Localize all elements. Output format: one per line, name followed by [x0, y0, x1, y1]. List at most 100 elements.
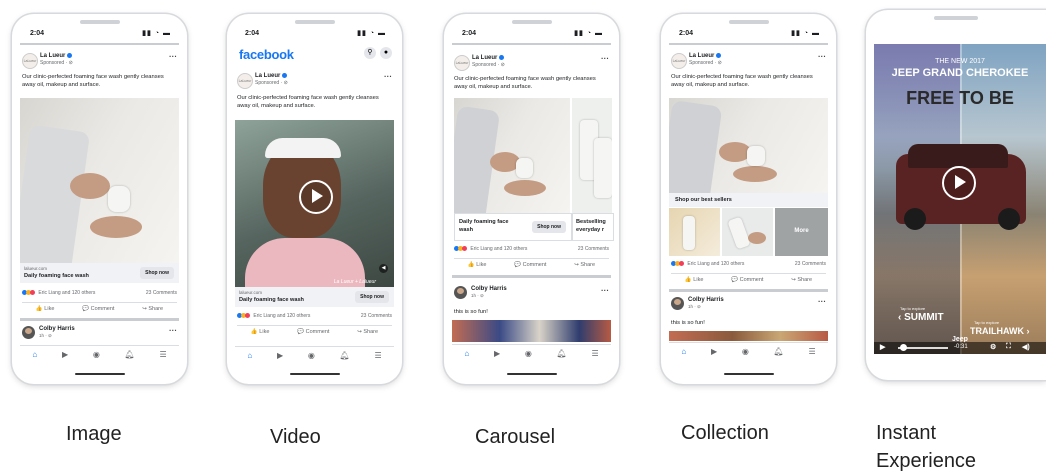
watch-icon[interactable]: ▶	[494, 349, 500, 358]
collection-more[interactable]: More	[775, 208, 828, 256]
watch-icon[interactable]: ▶	[277, 351, 283, 360]
reactions-row[interactable]: Eric Liang and 120 others 23 Comments	[22, 290, 177, 298]
groups-icon[interactable]: ◉	[93, 350, 100, 359]
comment-button[interactable]: 💬 Comment	[731, 277, 763, 287]
carousel-card-2-image[interactable]	[572, 98, 612, 213]
avatar[interactable]	[671, 297, 684, 310]
home-icon[interactable]: ⌂	[464, 349, 469, 358]
volume-icon[interactable]: ◀	[379, 264, 388, 273]
comment-button[interactable]: 💬 Comment	[297, 329, 329, 339]
play-icon[interactable]	[942, 166, 976, 200]
avatar[interactable]	[454, 286, 467, 299]
reactions-row[interactable]: Eric Liang and 120 others 23 Comments	[237, 313, 392, 321]
share-button[interactable]: ↪ Share	[574, 262, 595, 272]
messenger-icon[interactable]: ●	[380, 47, 392, 59]
home-icon[interactable]: ⌂	[681, 347, 686, 356]
more-options-icon[interactable]: ···	[818, 52, 826, 61]
comments-count[interactable]: 23 Comments	[795, 261, 826, 267]
menu-icon[interactable]: ☰	[374, 351, 381, 360]
ad-cta-bar[interactable]: lalueur.com Daily foaming face wash Shop…	[20, 263, 179, 283]
trailhawk-option[interactable]: TRAILHAWK ›	[970, 326, 1030, 336]
menu-icon[interactable]: ☰	[591, 349, 598, 358]
fullscreen-icon[interactable]: ⛶	[1006, 343, 1011, 351]
bell-icon[interactable]: 🔔︎	[774, 347, 784, 356]
more-options-icon[interactable]: ···	[601, 286, 609, 295]
carousel-card-2-footer[interactable]: Bestselling everyday r	[572, 213, 614, 241]
commenter-name[interactable]: Colby Harris	[688, 297, 724, 303]
video-watermark: La Lueur + Lalueur	[333, 279, 376, 285]
volume-icon[interactable]: ◀)	[1022, 343, 1030, 351]
brand-name[interactable]: La Lueur	[472, 55, 505, 61]
comments-count[interactable]: 23 Comments	[578, 246, 609, 252]
play-control-icon[interactable]: ▶	[880, 343, 885, 351]
carousel-card-1-footer[interactable]: Daily foaming face wash Shop now	[454, 213, 572, 241]
more-options-icon[interactable]: ···	[601, 54, 609, 63]
brand-logo[interactable]: LaLueur	[454, 55, 470, 71]
watch-icon[interactable]: ▶	[62, 350, 68, 359]
collection-heading[interactable]: Shop our best sellers	[669, 193, 828, 207]
more-options-icon[interactable]: ···	[169, 52, 177, 61]
commenter-name[interactable]: Colby Harris	[471, 286, 507, 292]
status-bar: 2:04 ▮▮ ◔ ▬	[26, 28, 173, 40]
menu-icon[interactable]: ☰	[808, 347, 815, 356]
divider	[669, 43, 828, 45]
collection-item-2[interactable]	[722, 208, 773, 256]
brand-logo[interactable]: LaLueur	[22, 53, 38, 69]
share-button[interactable]: ↪ Share	[357, 329, 378, 339]
play-icon[interactable]	[299, 180, 333, 214]
status-time: 2:04	[679, 30, 694, 37]
comment-button[interactable]: 💬 Comment	[82, 306, 114, 316]
avatar[interactable]	[22, 326, 35, 339]
collection-item-1[interactable]	[669, 208, 720, 256]
share-button[interactable]: ↪ Share	[791, 277, 812, 287]
like-button[interactable]: 👍 Like	[468, 262, 486, 272]
bell-icon[interactable]: 🔔︎	[340, 351, 350, 360]
brand-logo[interactable]: LaLueur	[671, 53, 687, 69]
more-options-icon[interactable]: ···	[818, 297, 826, 306]
brand-name[interactable]: La Lueur	[689, 53, 722, 59]
shop-now-button[interactable]: Shop now	[355, 291, 389, 303]
reactions-row[interactable]: Eric Liang and 120 others 23 Comments	[671, 261, 826, 269]
shop-now-button[interactable]: Shop now	[532, 221, 566, 233]
groups-icon[interactable]: ◉	[525, 349, 532, 358]
collection-hero-image[interactable]	[669, 98, 828, 193]
more-options-icon[interactable]: ···	[169, 326, 177, 335]
brand-logo[interactable]: LaLueur	[237, 73, 253, 89]
ad-cta-bar[interactable]: lalueur.com Daily foaming face wash Shop…	[235, 287, 394, 307]
ad-video[interactable]: ◀ La Lueur + Lalueur	[235, 120, 394, 287]
bell-icon[interactable]: 🔔︎	[557, 349, 567, 358]
brand-name[interactable]: La Lueur	[255, 73, 288, 79]
signal-icons: ▮▮ ◔ ▬	[791, 30, 820, 37]
brand-name[interactable]: La Lueur	[40, 53, 73, 59]
watch-icon[interactable]: ▶	[711, 347, 717, 356]
like-button[interactable]: 👍 Like	[36, 306, 54, 316]
groups-icon[interactable]: ◉	[742, 347, 749, 356]
comment-button[interactable]: 💬 Comment	[514, 262, 546, 272]
progress-handle[interactable]	[900, 344, 907, 351]
home-icon[interactable]: ⌂	[32, 350, 37, 359]
more-options-icon[interactable]: ···	[384, 72, 392, 81]
instant-experience-canvas[interactable]: THE NEW 2017 JEEP GRAND CHEROKEE FREE TO…	[874, 44, 1046, 354]
berries-image[interactable]	[669, 331, 828, 341]
share-button[interactable]: ↪ Share	[142, 306, 163, 316]
divider	[20, 43, 179, 45]
bell-icon[interactable]: 🔔︎	[125, 350, 135, 359]
gear-icon[interactable]: ⚙	[990, 343, 996, 351]
comments-count[interactable]: 23 Comments	[361, 313, 392, 319]
menu-icon[interactable]: ☰	[159, 350, 166, 359]
comments-count[interactable]: 23 Comments	[146, 290, 177, 296]
home-icon[interactable]: ⌂	[247, 351, 252, 360]
commenter-name[interactable]: Colby Harris	[39, 326, 75, 332]
search-icon[interactable]: ⚲	[364, 47, 376, 59]
reactions-row[interactable]: Eric Liang and 120 others 23 Comments	[454, 246, 609, 254]
facebook-logo[interactable]: facebook	[239, 47, 294, 62]
post-caption: Our clinic-perfected foaming face wash g…	[454, 76, 596, 90]
ad-image[interactable]	[20, 98, 179, 263]
carousel-card-1-image[interactable]	[454, 98, 570, 213]
berries-image[interactable]	[452, 320, 611, 342]
like-button[interactable]: 👍 Like	[251, 329, 269, 339]
like-button[interactable]: 👍 Like	[685, 277, 703, 287]
summit-option[interactable]: ‹ SUMMIT	[898, 312, 944, 323]
groups-icon[interactable]: ◉	[308, 351, 315, 360]
shop-now-button[interactable]: Shop now	[140, 267, 174, 279]
